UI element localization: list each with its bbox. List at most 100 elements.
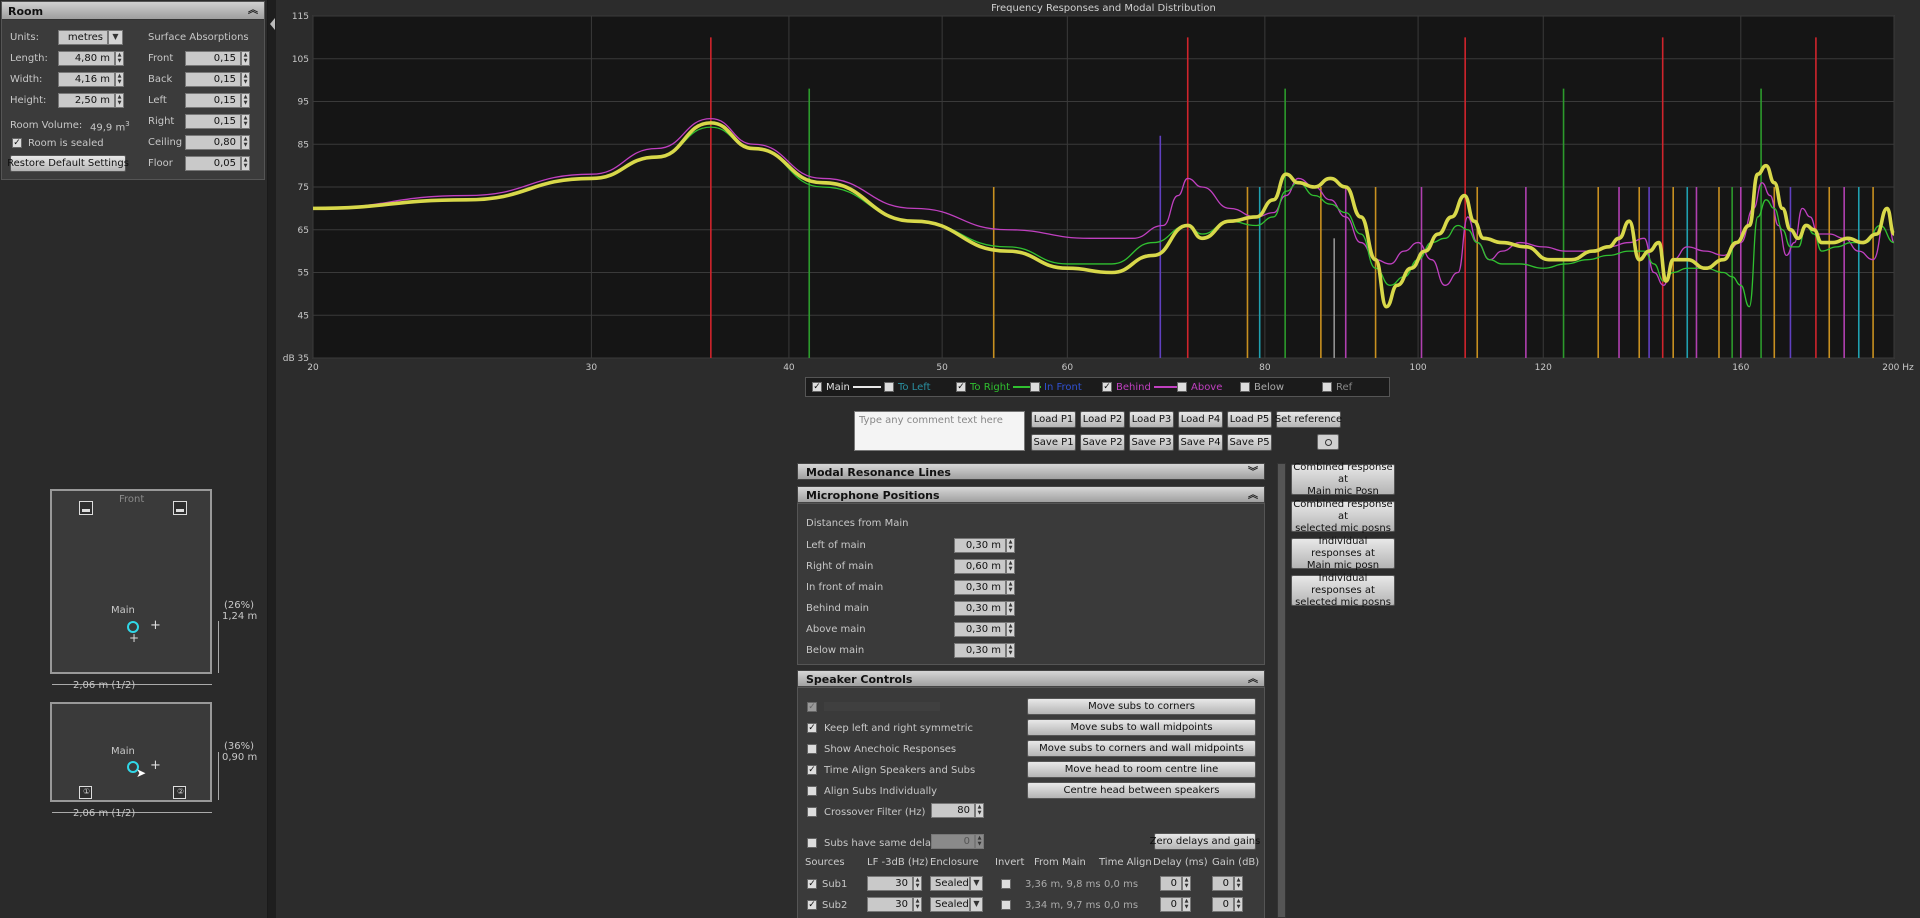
load-preset-button[interactable]: Load P3 (1129, 411, 1174, 428)
sub-enable-checkbox[interactable]: ✓ (807, 900, 817, 910)
width-stepper[interactable]: ▲ ▼ (115, 72, 124, 87)
sub-delay-field[interactable]: 0 (1160, 897, 1182, 912)
sub-lf-field[interactable]: 30 (867, 876, 913, 891)
absorption-field[interactable]: 0,15 (185, 93, 241, 108)
expand-down-icon[interactable]: ︾ (1246, 466, 1260, 480)
chevron-down-icon[interactable]: ▼ (970, 897, 983, 912)
mic-distance-stepper[interactable]: ▲ ▼ (1006, 601, 1015, 616)
mic-distance-stepper[interactable]: ▲ ▼ (1006, 538, 1015, 553)
width-field[interactable]: 4,16 m (58, 72, 115, 87)
absorption-stepper[interactable]: ▲ ▼ (241, 72, 250, 87)
chevron-down-icon[interactable]: ▼ (970, 876, 983, 891)
absorption-field[interactable]: 0,05 (185, 156, 241, 171)
speaker-option-checkbox[interactable]: ✓ (807, 765, 817, 775)
absorption-stepper[interactable]: ▲ ▼ (241, 135, 250, 150)
height-stepper[interactable]: ▲ ▼ (115, 93, 124, 108)
legend-item[interactable]: Above (1177, 382, 1222, 393)
absorption-field[interactable]: 0,15 (185, 72, 241, 87)
room-plan-top[interactable]: Front Main + + (50, 489, 212, 674)
mic-distance-field[interactable]: 0,30 m (954, 580, 1006, 595)
save-preset-button[interactable]: Save P3 (1129, 434, 1174, 451)
pane-splitter[interactable] (268, 0, 276, 918)
response-mode-button[interactable]: Combined response at selected mic posns (1291, 499, 1395, 534)
collapse-up-icon[interactable]: ︽ (246, 4, 260, 18)
load-preset-button[interactable]: Load P2 (1080, 411, 1125, 428)
mic-distance-stepper[interactable]: ▲ ▼ (1006, 643, 1015, 658)
legend-item[interactable]: In Front (1030, 382, 1082, 393)
sub-gain-field[interactable]: 0 (1212, 897, 1234, 912)
sub-enable-checkbox[interactable]: ✓ (807, 879, 817, 889)
speaker-option-checkbox[interactable] (807, 786, 817, 796)
save-preset-button[interactable]: Save P5 (1227, 434, 1272, 451)
speaker-left-icon[interactable] (79, 501, 93, 515)
legend-checkbox[interactable] (884, 382, 894, 392)
sub1-icon[interactable]: ① (79, 786, 92, 799)
mic-distance-field[interactable]: 0,30 m (954, 622, 1006, 637)
sub-enclosure-select[interactable]: Sealed (930, 897, 970, 912)
collapse-up-icon[interactable]: ︽ (1246, 489, 1260, 503)
sub-lf-field[interactable]: 30 (867, 897, 913, 912)
length-field[interactable]: 4,80 m (58, 51, 115, 66)
units-select[interactable]: metres (58, 30, 108, 45)
sub-gain-stepper[interactable]: ▲ ▼ (1234, 876, 1243, 891)
speaker-right-icon[interactable] (173, 501, 187, 515)
modal-lines-section-header[interactable]: Modal Resonance Lines ︾ (797, 463, 1265, 480)
set-reference-button[interactable]: Set reference (1275, 411, 1342, 428)
collapse-up-icon[interactable]: ︽ (1246, 673, 1260, 687)
sub2-icon[interactable]: ② (173, 786, 186, 799)
mic-distance-stepper[interactable]: ▲ ▼ (1006, 559, 1015, 574)
sub-lf-stepper[interactable]: ▲ ▼ (913, 876, 922, 891)
mic-distance-stepper[interactable]: ▲ ▼ (1006, 622, 1015, 637)
absorption-field[interactable]: 0,15 (185, 51, 241, 66)
legend-checkbox[interactable] (1322, 382, 1332, 392)
mic-distance-field[interactable]: 0,60 m (954, 559, 1006, 574)
absorption-stepper[interactable]: ▲ ▼ (241, 114, 250, 129)
mic-crosshair-icon[interactable]: + (150, 758, 161, 773)
legend-item[interactable]: ✓ Main (812, 382, 881, 393)
mic-crosshair-icon[interactable]: + (150, 618, 161, 633)
sub-enclosure-select[interactable]: Sealed (930, 876, 970, 891)
sub-invert-checkbox[interactable] (1001, 879, 1011, 889)
load-preset-button[interactable]: Load P5 (1227, 411, 1272, 428)
sub-delay-stepper[interactable]: ▲ ▼ (1182, 876, 1191, 891)
absorption-field[interactable]: 0,15 (185, 114, 241, 129)
mic-distance-field[interactable]: 0,30 m (954, 538, 1006, 553)
zero-delays-gains-button[interactable]: Zero delays and gains (1150, 833, 1260, 850)
sub-delay-field[interactable]: 0 (1160, 876, 1182, 891)
length-stepper[interactable]: ▲ ▼ (115, 51, 124, 66)
response-mode-button[interactable]: Individual responses at selected mic pos… (1291, 573, 1395, 608)
legend-item[interactable]: Ref (1322, 382, 1352, 393)
sub-gain-field[interactable]: 0 (1212, 876, 1234, 891)
load-preset-button[interactable]: Load P4 (1178, 411, 1223, 428)
speaker-option-checkbox[interactable]: ✓ (807, 723, 817, 733)
speaker-position-button[interactable]: Move subs to corners (1027, 698, 1256, 715)
sub-gain-stepper[interactable]: ▲ ▼ (1234, 897, 1243, 912)
speaker-position-button[interactable]: Centre head between speakers (1027, 782, 1256, 799)
speaker-position-button[interactable]: Move head to room centre line (1027, 761, 1256, 778)
comment-input[interactable]: Type any comment text here (854, 411, 1025, 451)
legend-checkbox[interactable] (1240, 382, 1250, 392)
legend-checkbox[interactable]: ✓ (812, 382, 822, 392)
sub-delay-stepper[interactable]: ▲ ▼ (1182, 897, 1191, 912)
absorption-stepper[interactable]: ▲ ▼ (241, 156, 250, 171)
camera-icon[interactable] (1317, 434, 1339, 450)
room-panel-header[interactable]: Room ︽ (2, 2, 264, 20)
legend-item[interactable]: Below (1240, 382, 1284, 393)
legend-checkbox[interactable] (1030, 382, 1040, 392)
absorption-stepper[interactable]: ▲ ▼ (241, 51, 250, 66)
legend-checkbox[interactable]: ✓ (1102, 382, 1112, 392)
frequency-chart[interactable]: Frequency Responses and Modal Distributi… (276, 0, 1920, 380)
height-field[interactable]: 2,50 m (58, 93, 115, 108)
legend-item[interactable]: ✓ To Right (956, 382, 1042, 393)
speaker-option-checkbox[interactable] (807, 744, 817, 754)
legend-checkbox[interactable]: ✓ (956, 382, 966, 392)
room-sealed-checkbox[interactable]: ✓ (12, 138, 22, 148)
mic-crosshair-icon[interactable]: + (129, 631, 139, 645)
mic-distance-stepper[interactable]: ▲ ▼ (1006, 580, 1015, 595)
mic-distance-field[interactable]: 0,30 m (954, 601, 1006, 616)
save-preset-button[interactable]: Save P4 (1178, 434, 1223, 451)
room-plan-side[interactable]: Main + ➤ ① ② (50, 702, 212, 802)
crossover-field[interactable]: 80 (931, 803, 975, 818)
speaker-option-checkbox[interactable] (807, 807, 817, 817)
chevron-down-icon[interactable]: ▼ (108, 30, 123, 45)
